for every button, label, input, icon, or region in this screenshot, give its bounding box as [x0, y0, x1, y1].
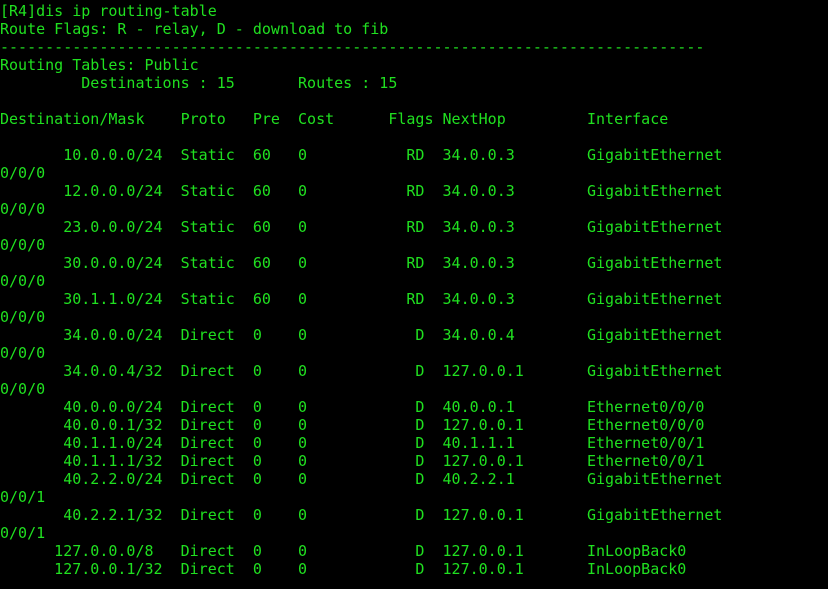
terminal-window[interactable]: [R4]dis ip routing-table Route Flags: R -…: [0, 0, 828, 589]
routing-tables-title: Routing Tables: Public: [0, 56, 199, 74]
table-row: 10.0.0.0/24 Static 60 0 RD 34.0.0.3 Giga…: [0, 146, 723, 164]
table-row-wrap: 0/0/0: [0, 164, 46, 182]
table-row-wrap: 0/0/0: [0, 308, 46, 326]
table-row: 40.1.1.0/24 Direct 0 0 D 40.1.1.1 Ethern…: [0, 434, 705, 452]
separator-line: ----------------------------------------…: [0, 38, 705, 56]
table-row: 34.0.0.0/24 Direct 0 0 D 34.0.0.4 Gigabi…: [0, 326, 723, 344]
table-row: 40.0.0.1/32 Direct 0 0 D 127.0.0.1 Ether…: [0, 416, 705, 434]
table-row: 127.0.0.1/32 Direct 0 0 D 127.0.0.1 InLo…: [0, 560, 687, 578]
table-header: Destination/Mask Proto Pre Cost Flags Ne…: [0, 110, 669, 128]
destinations-routes-count: Destinations : 15 Routes : 15: [0, 74, 398, 92]
table-row-wrap: 0/0/0: [0, 236, 46, 254]
table-row: 23.0.0.0/24 Static 60 0 RD 34.0.0.3 Giga…: [0, 218, 723, 236]
table-row: 40.2.2.0/24 Direct 0 0 D 40.2.2.1 Gigabi…: [0, 470, 723, 488]
table-row: 40.0.0.0/24 Direct 0 0 D 40.0.0.1 Ethern…: [0, 398, 705, 416]
table-row-wrap: 0/0/0: [0, 272, 46, 290]
table-row-wrap: 0/0/0: [0, 200, 46, 218]
route-flags-legend: Route Flags: R - relay, D - download to …: [0, 20, 389, 38]
terminal-output: [R4]dis ip routing-table Route Flags: R -…: [0, 2, 828, 578]
command-line: [R4]dis ip routing-table: [0, 2, 217, 20]
table-row: 40.2.2.1/32 Direct 0 0 D 127.0.0.1 Gigab…: [0, 506, 723, 524]
table-row: 12.0.0.0/24 Static 60 0 RD 34.0.0.3 Giga…: [0, 182, 723, 200]
table-row: 30.0.0.0/24 Static 60 0 RD 34.0.0.3 Giga…: [0, 254, 723, 272]
table-row-wrap: 0/0/0: [0, 344, 46, 362]
table-row: 30.1.1.0/24 Static 60 0 RD 34.0.0.3 Giga…: [0, 290, 723, 308]
table-row: 40.1.1.1/32 Direct 0 0 D 127.0.0.1 Ether…: [0, 452, 705, 470]
table-row-wrap: 0/0/1: [0, 488, 46, 506]
table-row: 34.0.0.4/32 Direct 0 0 D 127.0.0.1 Gigab…: [0, 362, 723, 380]
table-row-wrap: 0/0/0: [0, 380, 46, 398]
table-row-wrap: 0/0/1: [0, 524, 46, 542]
table-row: 127.0.0.0/8 Direct 0 0 D 127.0.0.1 InLoo…: [0, 542, 687, 560]
